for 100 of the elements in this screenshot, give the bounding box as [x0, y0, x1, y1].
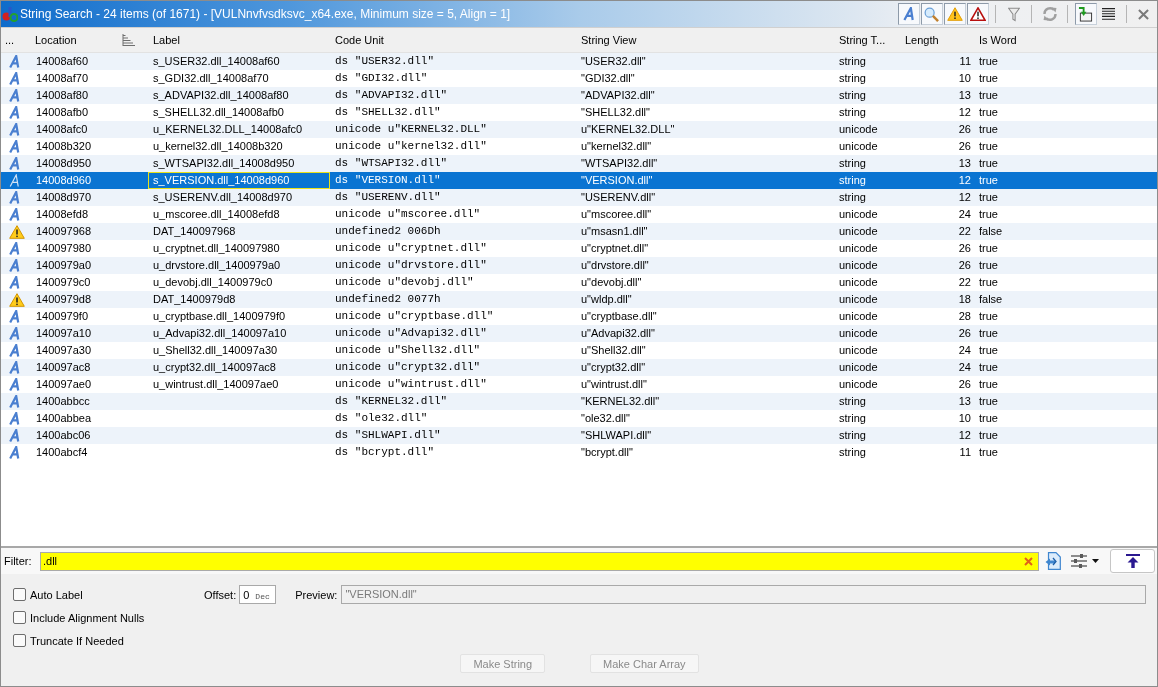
- table-row[interactable]: 1400abbcc ds "KERNEL32.dll" "KERNEL32.dll" string 13 true: [1, 393, 1157, 410]
- table-row[interactable]: 1400979a0 u_drvstore.dll_1400979a0 unicode u"drvstore.dll" u"drvstore.dll" unicode 26 true: [1, 257, 1157, 274]
- table-cell-text: u"kernel32.dll": [580, 139, 653, 154]
- toggle-button[interactable]: [897, 3, 920, 25]
- refresh-icon: [1041, 6, 1058, 22]
- table-cell-text: u_Shell32.dll_140097a30: [152, 343, 279, 358]
- table-cell-text: unicode: [838, 275, 879, 290]
- clear-icon[interactable]: [1024, 556, 1033, 566]
- table-row[interactable]: 14008d950 s_WTSAPI32.dll_14008d950 ds "WTSAPI32.dll" "WTSAPI32.dll" string 13 true: [1, 155, 1157, 172]
- table-row[interactable]: 14008afc0 u_KERNEL32.DLL_14008afc0 unicode u"KERNEL32.DLL" u"KERNEL32.DLL" unicode 26 true: [1, 121, 1157, 138]
- table-cell-text: 14008af70: [35, 71, 89, 86]
- column-header[interactable]: String View: [576, 28, 834, 52]
- table-row[interactable]: 140097968 DAT_140097968 undefined2 006Dh u"msasn1.dll" unicode 22 false: [1, 223, 1157, 240]
- column-header[interactable]: String T...: [834, 28, 900, 52]
- filter-field[interactable]: .dll: [40, 551, 1039, 571]
- table-cell-text: unicode: [838, 292, 879, 307]
- table-cell-text: 24: [957, 207, 972, 222]
- checkbox[interactable]: [13, 634, 26, 647]
- table-cell-text: u_devobj.dll_1400979c0: [152, 275, 274, 290]
- table-cell-text: true: [978, 156, 999, 171]
- table-row[interactable]: 14008d960 s_VERSION.dll_14008d960 ds "VERSION.dll" "VERSION.dll" string 12 true: [1, 172, 1157, 189]
- table-cell-text: u"KERNEL32.DLL": [580, 122, 676, 137]
- table-cell-text: 1400abbea: [35, 411, 93, 426]
- table-cell-text: 1400979a0: [35, 258, 93, 273]
- caret-icon: [1092, 559, 1099, 563]
- table-row[interactable]: 1400979d8 DAT_1400979d8 undefined2 0077h u"wldp.dll" unicode 18 false: [1, 291, 1157, 308]
- table-row[interactable]: 1400abc06 ds "SHLWAPI.dll" "SHLWAPI.dll" string 12 true: [1, 427, 1157, 444]
- table-cell-text: 140097ac8: [35, 360, 92, 375]
- table-cell-text: true: [978, 139, 999, 154]
- table-cell-text: ds "ADVAPI32.dll": [334, 88, 449, 103]
- column-header[interactable]: ...: [1, 28, 30, 52]
- document-arrow-icon: [1045, 552, 1061, 570]
- close-icon: [1138, 8, 1149, 20]
- table-cell-text: string: [838, 71, 867, 86]
- table-cell-text: true: [978, 326, 999, 341]
- table-cell-text: true: [978, 394, 999, 409]
- table-cell-text: string: [838, 190, 867, 205]
- table-cell-text: unicode: [838, 343, 879, 358]
- table-cell-text: unicode u"Advapi32.dll": [334, 326, 488, 341]
- warning-icon: [946, 7, 963, 21]
- table-row[interactable]: 14008af60 s_USER32.dll_14008af60 ds "USER32.dll" "USER32.dll" string 11 true: [1, 53, 1157, 70]
- column-header[interactable]: Location: [30, 28, 148, 52]
- table-cell-text: 12: [957, 173, 972, 188]
- checkbox-label: Include Alignment Nulls: [30, 611, 145, 624]
- table-cell-text: 11: [958, 54, 972, 69]
- toggle-button[interactable]: [1074, 3, 1097, 25]
- table-cell-text: 12: [957, 428, 972, 443]
- table-cell-text: 10: [957, 411, 972, 426]
- top-button[interactable]: [1110, 549, 1155, 573]
- table-cell-text: true: [978, 88, 999, 103]
- checkbox-label: Auto Label: [30, 588, 83, 601]
- table-cell-text: u"Advapi32.dll": [580, 326, 656, 341]
- table-cell-text: "WTSAPI32.dll": [580, 156, 659, 171]
- preview-label: Preview:: [295, 588, 338, 601]
- toggle-button[interactable]: [966, 3, 989, 25]
- funnel-icon: [1007, 6, 1020, 22]
- table-cell-text: 13: [957, 394, 972, 409]
- checkbox-label: Truncate If Needed: [30, 634, 124, 647]
- table-cell-text: true: [978, 309, 999, 324]
- table-cell-text: unicode u"kernel32.dll": [334, 139, 488, 154]
- table-cell-text: 14008d950: [35, 156, 93, 171]
- table-cell-text: 10: [957, 71, 972, 86]
- table-cell-text: unicode: [838, 207, 879, 222]
- table-cell-text: string: [838, 54, 867, 69]
- column-header[interactable]: Code Unit: [330, 28, 576, 52]
- table-cell-text: 14008afb0: [35, 105, 89, 120]
- table-cell-text: unicode u"KERNEL32.DLL": [334, 122, 488, 137]
- unit-label: Dec: [255, 592, 270, 601]
- table-cell-text: unicode: [838, 326, 879, 341]
- table-cell-text: unicode: [838, 360, 879, 375]
- toggle-button[interactable]: [943, 3, 966, 25]
- table-cell-text: true: [978, 343, 999, 358]
- table-row[interactable]: 14008d970 s_USERENV.dll_14008d970 ds "USERENV.dll" "USERENV.dll" string 12 true: [1, 189, 1157, 206]
- table-cell-text: 11: [958, 445, 972, 460]
- offset-field[interactable]: 0 Dec: [239, 585, 277, 604]
- table-row[interactable]: 14008af80 s_ADVAPI32.dll_14008af80 ds "ADVAPI32.dll" "ADVAPI32.dll" string 13 true: [1, 87, 1157, 104]
- toggle-button[interactable]: [920, 3, 943, 25]
- table-cell-text: string: [838, 394, 867, 409]
- column-header[interactable]: Length: [900, 28, 974, 52]
- table-cell-text: true: [978, 54, 999, 69]
- table-cell-text: 26: [957, 326, 972, 341]
- table-cell-text: DAT_1400979d8: [152, 292, 237, 307]
- table-cell-text: "USERENV.dll": [580, 190, 657, 205]
- table-cell-text: u"mscoree.dll": [580, 207, 653, 222]
- table-cell-text: "bcrypt.dll": [580, 445, 634, 460]
- table-cell-text: unicode u"cryptnet.dll": [334, 241, 488, 256]
- table-cell-text: 1400abc06: [35, 428, 92, 443]
- column-header[interactable]: Is Word: [974, 28, 1157, 52]
- table-cell-text: true: [978, 360, 999, 375]
- table-row[interactable]: 140097ac8 u_crypt32.dll_140097ac8 unicode u"crypt32.dll" u"crypt32.dll" unicode 24 true: [1, 359, 1157, 376]
- checkbox[interactable]: [13, 588, 26, 601]
- column-header[interactable]: Label: [148, 28, 330, 52]
- table-cell-text: 14008d960: [35, 173, 93, 188]
- table-cell-text: 1400abcf4: [35, 445, 89, 460]
- table-row[interactable]: 140097a10 u_Advapi32.dll_140097a10 unicode u"Advapi32.dll" u"Advapi32.dll" unicode 26 true: [1, 325, 1157, 342]
- table-cell-text: ds "ole32.dll": [334, 411, 429, 426]
- table-cell-text: s_USERENV.dll_14008d970: [152, 190, 294, 205]
- table-cell-text: s_WTSAPI32.dll_14008d950: [152, 156, 296, 171]
- table-cell-text: "ole32.dll": [580, 411, 631, 426]
- checkbox[interactable]: [13, 611, 26, 624]
